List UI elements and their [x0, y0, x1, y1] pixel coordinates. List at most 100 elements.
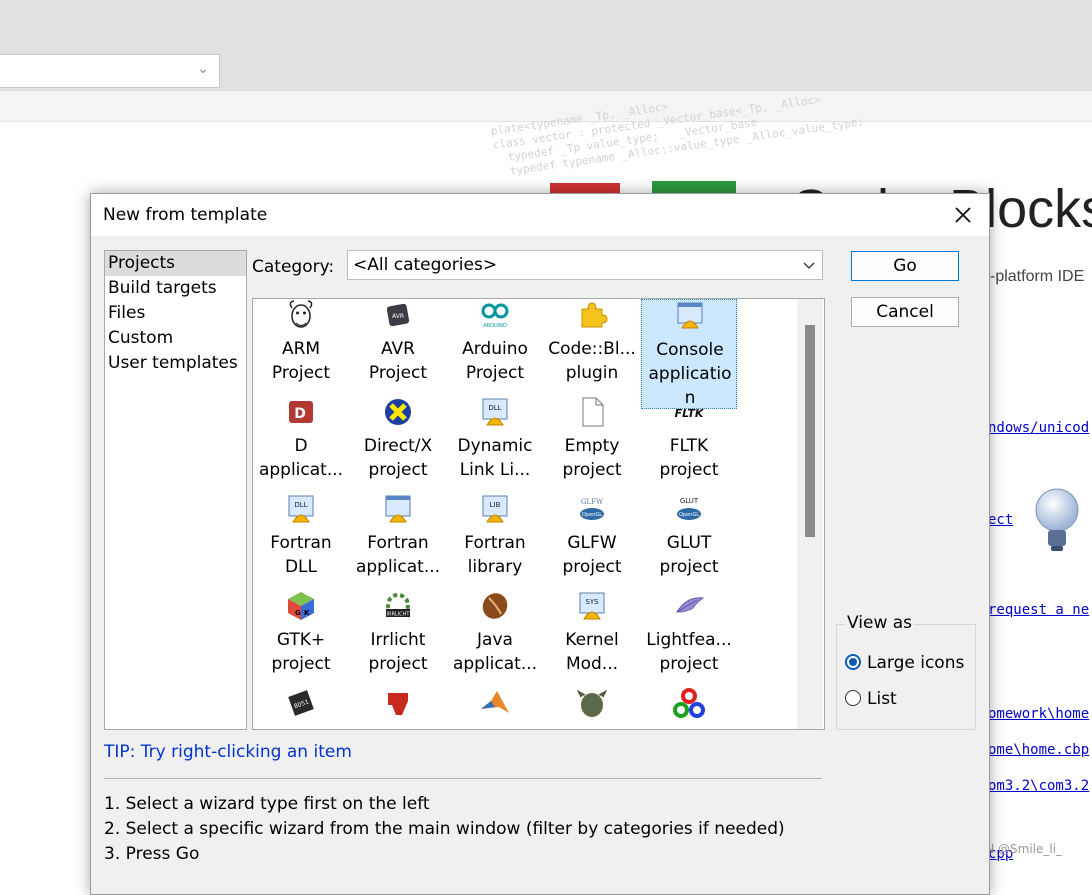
directx-icon	[385, 399, 411, 425]
fltk-icon: FLTK	[675, 407, 705, 420]
scrollbar-thumb[interactable]	[805, 325, 815, 537]
wizard-item[interactable]: ARM Project	[253, 299, 349, 395]
recent-file-homework[interactable]: omework\home	[988, 706, 1089, 722]
arduino-icon: ARDUINO	[481, 303, 509, 329]
wizard-item[interactable]: GLUT OpenGL GLUT project	[641, 493, 737, 589]
kernel-module-icon: SYS	[579, 592, 605, 620]
ogre-icon	[576, 689, 608, 717]
radio-selected-icon	[845, 654, 861, 670]
svg-text:ARDUINO: ARDUINO	[483, 323, 507, 329]
glut-icon: GLUT OpenGL	[677, 497, 701, 520]
wizard-item[interactable]: Lightfea... project	[641, 590, 737, 686]
wizard-item[interactable]: IRRLICHT Irrlicht project	[350, 590, 446, 686]
svg-text:DLL: DLL	[294, 501, 307, 509]
dialog-titlebar[interactable]: New from template	[91, 194, 989, 236]
category-dropdown[interactable]: <All categories>	[347, 250, 823, 280]
svg-text:FLTK: FLTK	[675, 407, 705, 420]
start-link-unicode[interactable]: ndows/unicod	[988, 420, 1089, 436]
wizard-item[interactable]: LIB Fortran library	[447, 493, 543, 589]
recent-file-com32[interactable]: om3.2\com3.2	[988, 778, 1089, 794]
lightbulb-icon	[1035, 488, 1079, 551]
list-item-user-templates[interactable]: User templates	[105, 351, 246, 376]
feather-icon	[676, 597, 705, 613]
start-page-subtitle: -platform IDE	[990, 268, 1085, 285]
category-value: <All categories>	[353, 255, 498, 275]
wizard-item[interactable]: D Dapplicat...	[253, 396, 349, 492]
svg-text:LIB: LIB	[490, 501, 501, 509]
wizard-item[interactable]: AVR AVR Project	[350, 299, 446, 395]
tip-text: TIP: Try right-clicking an item	[104, 742, 352, 762]
wizard-item[interactable]: Fortran applicat...	[350, 493, 446, 589]
list-item-files[interactable]: Files	[105, 301, 246, 326]
wizard-item[interactable]: GLFW OpenGL GLFW project	[544, 493, 640, 589]
wizard-item[interactable]: DLL Fortran DLL	[253, 493, 349, 589]
wizard-item[interactable]: Direct/X project	[350, 396, 446, 492]
start-link-request[interactable]: request a ne	[988, 602, 1089, 618]
svg-text:GLUT: GLUT	[680, 497, 699, 505]
svg-text:OpenGL: OpenGL	[679, 512, 699, 518]
view-as-legend: View as	[845, 613, 915, 633]
wizard-item[interactable]: FLTK FLTK project	[641, 396, 737, 492]
fortran-dll-icon: DLL	[288, 495, 314, 523]
category-label: Category:	[252, 257, 335, 277]
ti-logo-icon	[388, 693, 408, 715]
wizard-item[interactable]	[350, 687, 446, 729]
svg-text:IRRLICHT: IRRLICHT	[387, 612, 411, 618]
recent-file-home-cbp[interactable]: ome\home.cbp	[988, 742, 1089, 758]
wizard-item[interactable]: 8051	[253, 687, 349, 729]
go-button[interactable]: Go	[851, 251, 959, 281]
svg-text:K: K	[304, 609, 310, 617]
toolbar-combo[interactable]: ⌄	[0, 54, 220, 88]
template-type-list[interactable]: Projects Build targets Files Custom User…	[104, 250, 247, 730]
matlab-icon	[481, 691, 509, 713]
gnu-icon	[289, 300, 313, 328]
svg-text:GLFW: GLFW	[581, 498, 604, 506]
java-bean-icon	[482, 593, 508, 619]
wizard-item[interactable]: ARDUINO Arduino Project	[447, 299, 543, 395]
fortran-lib-icon: LIB	[482, 495, 508, 523]
svg-text:OpenGL: OpenGL	[582, 512, 602, 518]
d-language-icon: D	[289, 401, 313, 423]
dialog-title: New from template	[103, 205, 268, 225]
start-link-project[interactable]: ect	[988, 512, 1013, 528]
wizard-item[interactable]: SYS Kernel Mod...	[544, 590, 640, 686]
svg-text:G: G	[295, 609, 301, 617]
wizard-item[interactable]	[641, 687, 737, 729]
irrlicht-icon: IRRLICHT	[386, 593, 411, 618]
instructions: 1. Select a wizard type first on the lef…	[104, 794, 785, 864]
close-icon[interactable]	[951, 203, 975, 227]
wizard-item[interactable]: Java applicat...	[447, 590, 543, 686]
opencv-icon	[673, 688, 705, 718]
svg-text:AVR: AVR	[392, 313, 404, 320]
wizard-item[interactable]	[544, 687, 640, 729]
grid-scrollbar[interactable]	[797, 299, 823, 729]
puzzle-piece-icon	[581, 302, 608, 328]
list-item-build-targets[interactable]: Build targets	[105, 276, 246, 301]
wizard-grid[interactable]: ARM Project AVR AVR Project ARDUINO Arduin…	[252, 298, 825, 730]
wizard-item[interactable]: G K GTK+ project	[253, 590, 349, 686]
new-from-template-dialog: New from template Projects Build targets…	[90, 193, 990, 895]
wizard-item[interactable]: Empty project	[544, 396, 640, 492]
chevron-down-icon	[803, 262, 815, 269]
wizard-item[interactable]: DLL Dynamic Link Li...	[447, 396, 543, 492]
fortran-app-icon	[385, 495, 411, 523]
radio-list[interactable]: List	[845, 689, 897, 709]
wizard-item[interactable]	[447, 687, 543, 729]
list-item-projects[interactable]: Projects	[105, 251, 246, 276]
svg-text:D: D	[294, 406, 306, 422]
wizard-item-selected[interactable]: Console applicatio n	[641, 299, 737, 409]
wizard-item[interactable]: Code::Bl... plugin	[544, 299, 640, 395]
view-as-group: View as Large icons List	[836, 613, 976, 730]
radio-unselected-icon	[845, 690, 861, 706]
dll-icon: DLL	[482, 398, 508, 426]
console-app-icon	[677, 302, 703, 329]
list-item-custom[interactable]: Custom	[105, 326, 246, 351]
chip-8051-icon: 8051	[288, 690, 314, 716]
empty-file-icon	[582, 397, 604, 427]
glfw-icon: GLFW OpenGL	[580, 498, 604, 520]
radio-large-icons[interactable]: Large icons	[845, 653, 964, 673]
avr-chip-icon: AVR	[386, 303, 410, 327]
svg-text:DLL: DLL	[488, 404, 501, 412]
divider	[104, 778, 822, 779]
cancel-button[interactable]: Cancel	[851, 297, 959, 327]
